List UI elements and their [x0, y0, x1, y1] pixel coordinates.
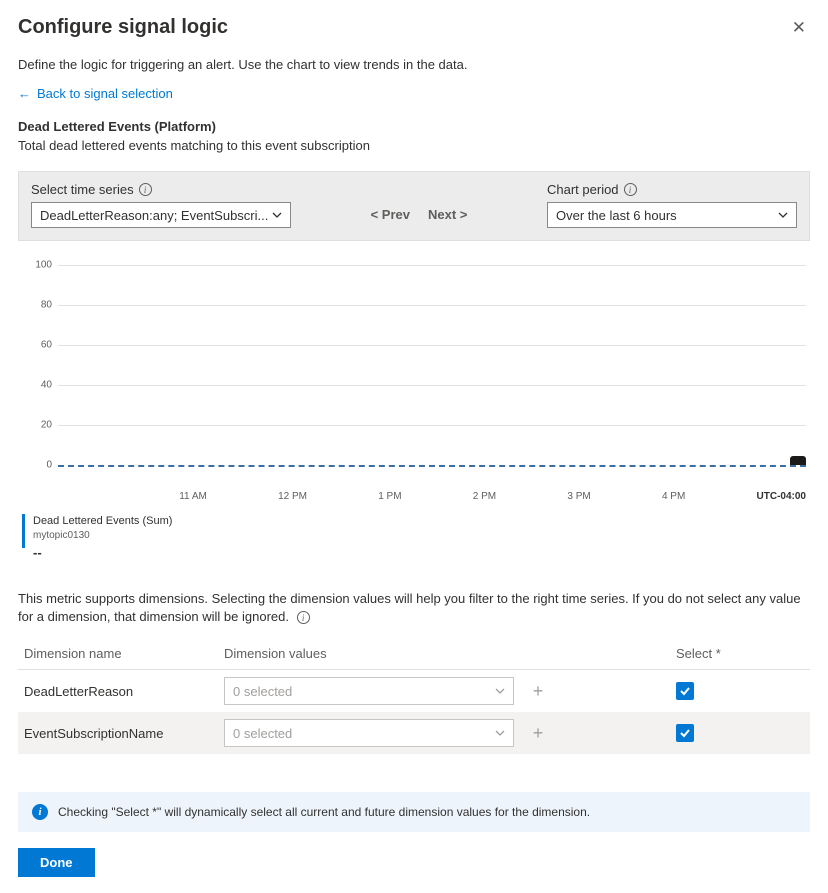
back-link-label: Back to signal selection	[37, 86, 173, 101]
col-select-all: Select *	[670, 638, 810, 670]
done-button[interactable]: Done	[18, 848, 95, 877]
chart-x-tick-label: 12 PM	[278, 491, 307, 502]
chevron-down-icon	[495, 726, 505, 741]
time-series-label: Select time series	[31, 182, 134, 197]
signal-description: Total dead lettered events matching to t…	[18, 138, 810, 153]
chart-current-marker	[790, 456, 806, 465]
legend-series-source: mytopic0130	[33, 529, 172, 543]
chart-gridline	[58, 385, 806, 386]
info-icon[interactable]: i	[297, 611, 310, 624]
chart-y-tick-label: 60	[18, 340, 52, 351]
page-title: Configure signal logic	[18, 16, 228, 39]
dimension-row: EventSubscriptionName 0 selected +	[18, 712, 810, 754]
chart-gridline	[58, 425, 806, 426]
close-icon[interactable]: ✕	[788, 16, 810, 40]
dimension-values-placeholder: 0 selected	[233, 726, 292, 741]
chart-y-tick-label: 40	[18, 380, 52, 391]
info-icon: i	[32, 804, 48, 820]
legend-series-value: --	[33, 544, 172, 562]
chart-zero-line	[58, 465, 806, 467]
chart-controls-bar: Select time series i DeadLetterReason:an…	[18, 171, 810, 241]
info-icon[interactable]: i	[139, 183, 152, 196]
chart-period-select[interactable]: Over the last 6 hours	[547, 202, 797, 228]
info-banner-text: Checking "Select *" will dynamically sel…	[58, 805, 590, 819]
prev-button[interactable]: < Prev	[371, 207, 410, 222]
dimension-name-cell: EventSubscriptionName	[18, 712, 218, 754]
col-dimension-values: Dimension values	[218, 638, 670, 670]
chart-x-tick-label: 11 AM	[179, 491, 207, 502]
chart-x-tick-label: 3 PM	[567, 491, 590, 502]
chart-gridline	[58, 265, 806, 266]
chart-gridline	[58, 305, 806, 306]
chevron-down-icon	[272, 210, 282, 220]
add-dimension-value-button[interactable]: +	[524, 719, 552, 747]
chart-timezone-label: UTC-04:00	[757, 491, 806, 502]
dimensions-table: Dimension name Dimension values Select *…	[18, 638, 810, 754]
dimension-name-cell: DeadLetterReason	[18, 670, 218, 713]
chart-period-value: Over the last 6 hours	[556, 208, 677, 223]
chart-period-label: Chart period	[547, 182, 619, 197]
info-banner: i Checking "Select *" will dynamically s…	[18, 792, 810, 832]
time-series-select[interactable]: DeadLetterReason:any; EventSubscri...	[31, 202, 291, 228]
chart-y-tick-label: 20	[18, 420, 52, 431]
legend-color-swatch	[22, 514, 25, 548]
add-dimension-value-button[interactable]: +	[524, 677, 552, 705]
legend-series-name: Dead Lettered Events (Sum)	[33, 514, 172, 529]
dimension-values-select[interactable]: 0 selected	[224, 677, 514, 705]
next-button[interactable]: Next >	[428, 207, 467, 222]
signal-name: Dead Lettered Events (Platform)	[18, 119, 810, 134]
chart-gridline	[58, 345, 806, 346]
chart-y-tick-label: 80	[18, 300, 52, 311]
metric-chart: 020406080100 11 AM12 PM1 PM2 PM3 PM4 PMU…	[18, 265, 810, 562]
chevron-down-icon	[778, 210, 788, 220]
time-series-value: DeadLetterReason:any; EventSubscri...	[40, 208, 268, 223]
chart-y-tick-label: 100	[18, 260, 52, 271]
arrow-left-icon: ←	[18, 86, 31, 101]
page-subtitle: Define the logic for triggering an alert…	[18, 57, 810, 72]
chart-y-tick-label: 0	[18, 460, 52, 471]
dimension-row: DeadLetterReason 0 selected +	[18, 670, 810, 713]
info-icon[interactable]: i	[624, 183, 637, 196]
chart-x-tick-label: 2 PM	[473, 491, 496, 502]
select-all-checkbox[interactable]	[676, 682, 694, 700]
dimension-values-placeholder: 0 selected	[233, 684, 292, 699]
back-to-signal-selection-link[interactable]: ← Back to signal selection	[18, 86, 173, 101]
chevron-down-icon	[495, 684, 505, 699]
col-dimension-name: Dimension name	[18, 638, 218, 670]
select-all-checkbox[interactable]	[676, 724, 694, 742]
dimension-values-select[interactable]: 0 selected	[224, 719, 514, 747]
chart-x-tick-label: 1 PM	[378, 491, 401, 502]
chart-x-tick-label: 4 PM	[662, 491, 685, 502]
dimensions-intro-text: This metric supports dimensions. Selecti…	[18, 591, 801, 624]
